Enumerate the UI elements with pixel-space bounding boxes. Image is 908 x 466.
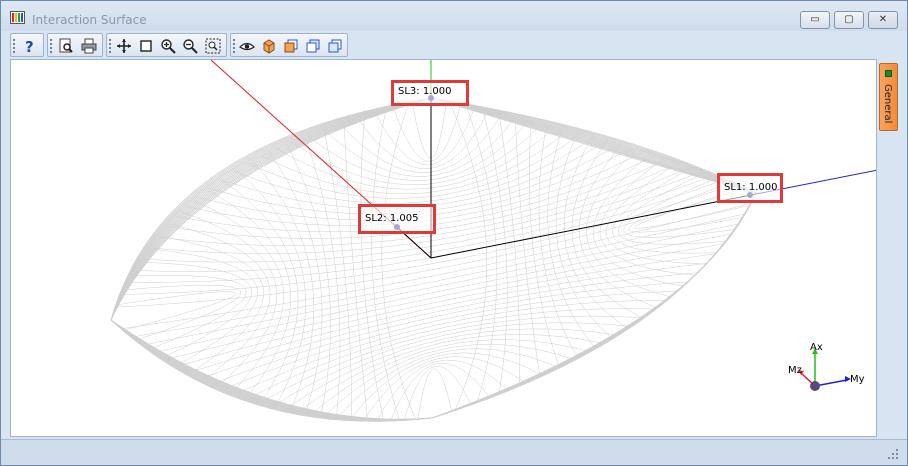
sl2-callout: SL2: 1.005	[358, 204, 436, 234]
zoom-out-icon[interactable]	[180, 36, 200, 56]
sl1-value: 1.000	[748, 182, 778, 193]
mesh-line	[374, 106, 476, 166]
toolbar-group-print	[47, 33, 103, 57]
sl3-label: SL3:	[398, 86, 420, 97]
general-panel-tab[interactable]: General	[879, 63, 898, 131]
mesh-line	[143, 223, 739, 346]
toolbar-grip[interactable]	[50, 39, 52, 53]
mesh-line	[404, 365, 471, 420]
mesh-line	[123, 284, 242, 341]
mesh-line	[121, 203, 751, 329]
toolbar-group-navigation	[106, 33, 227, 57]
toolbar-grip[interactable]	[109, 39, 111, 53]
mesh-line	[411, 100, 447, 158]
mesh-line	[482, 108, 508, 394]
mesh-line	[273, 322, 630, 406]
mesh-line	[268, 151, 323, 413]
print-preview-icon[interactable]	[56, 36, 76, 56]
view-front-icon[interactable]	[281, 36, 301, 56]
print-icon[interactable]	[79, 36, 99, 56]
mesh-line	[356, 109, 490, 169]
resize-grip-icon[interactable]	[887, 448, 899, 460]
sl3-value: 1.000	[422, 86, 452, 97]
view-3d-icon[interactable]	[259, 36, 279, 56]
mesh-line	[514, 115, 540, 376]
pan-icon[interactable]	[114, 36, 134, 56]
mesh-line	[371, 108, 400, 421]
view-side-icon[interactable]	[303, 36, 323, 56]
mesh-line	[304, 135, 341, 418]
view-top-icon[interactable]	[325, 36, 345, 56]
mesh-line	[431, 97, 757, 194]
mesh-line	[578, 144, 657, 308]
window-title: Interaction Surface	[32, 13, 147, 27]
mesh-line	[363, 356, 525, 420]
interaction-surface-plot: Ax My Mz	[110, 60, 876, 422]
mesh-line	[110, 319, 433, 421]
mesh-line	[599, 158, 696, 276]
zoom-extents-icon[interactable]	[203, 36, 223, 56]
mesh-line	[390, 363, 490, 421]
triad-mz-label: Mz	[788, 365, 802, 376]
mesh-line	[618, 172, 726, 245]
interaction-surface-window: Interaction Surface ▭ ▢ ✕ ? Ax My Mz SL3…	[0, 0, 908, 466]
app-icon	[10, 11, 25, 24]
zoom-in-icon[interactable]	[158, 36, 178, 56]
triad-ax-label: Ax	[810, 342, 823, 353]
close-button[interactable]: ✕	[868, 11, 898, 29]
mesh-line	[286, 142, 331, 416]
mesh-line	[538, 123, 578, 358]
sl2-value: 1.005	[389, 213, 419, 224]
toolbar-grip[interactable]	[13, 39, 15, 53]
minimize-button[interactable]: ▭	[800, 11, 830, 29]
mesh-line	[298, 334, 603, 412]
mesh-line	[132, 213, 745, 338]
status-bar	[1, 439, 907, 465]
toolbar-group-help: ?	[10, 33, 44, 57]
eye-icon[interactable]	[237, 36, 257, 56]
sl2-label: SL2:	[365, 213, 387, 224]
3d-viewport[interactable]: Ax My Mz SL3: 1.000 SL2: 1.005 SL1: 1.00…	[10, 59, 877, 437]
triad-my-label: My	[850, 374, 865, 385]
mesh-line	[221, 179, 299, 403]
help-icon[interactable]: ?	[20, 36, 40, 56]
select-box-icon[interactable]	[136, 36, 156, 56]
toolbar: ?	[1, 33, 907, 59]
title-bar[interactable]: Interaction Surface ▭ ▢ ✕	[1, 1, 907, 31]
mesh-line	[116, 291, 237, 331]
mesh-line	[417, 368, 452, 420]
mesh-line	[236, 299, 667, 394]
toolbar-group-views	[230, 33, 348, 57]
toolbar-grip[interactable]	[233, 39, 235, 53]
maximize-button[interactable]: ▢	[834, 11, 864, 29]
general-tab-label: General	[882, 84, 893, 124]
axis-triad: Ax My Mz	[788, 342, 865, 391]
svg-text:?: ?	[25, 38, 34, 54]
sl1-callout: SL1: 1.000	[717, 173, 783, 203]
mesh-line	[593, 153, 684, 287]
sl3-callout: SL3: 1.000	[391, 80, 469, 106]
general-tab-indicator	[885, 70, 892, 77]
interaction-surface-mesh	[110, 97, 757, 422]
sl1-label: SL1:	[724, 182, 746, 193]
